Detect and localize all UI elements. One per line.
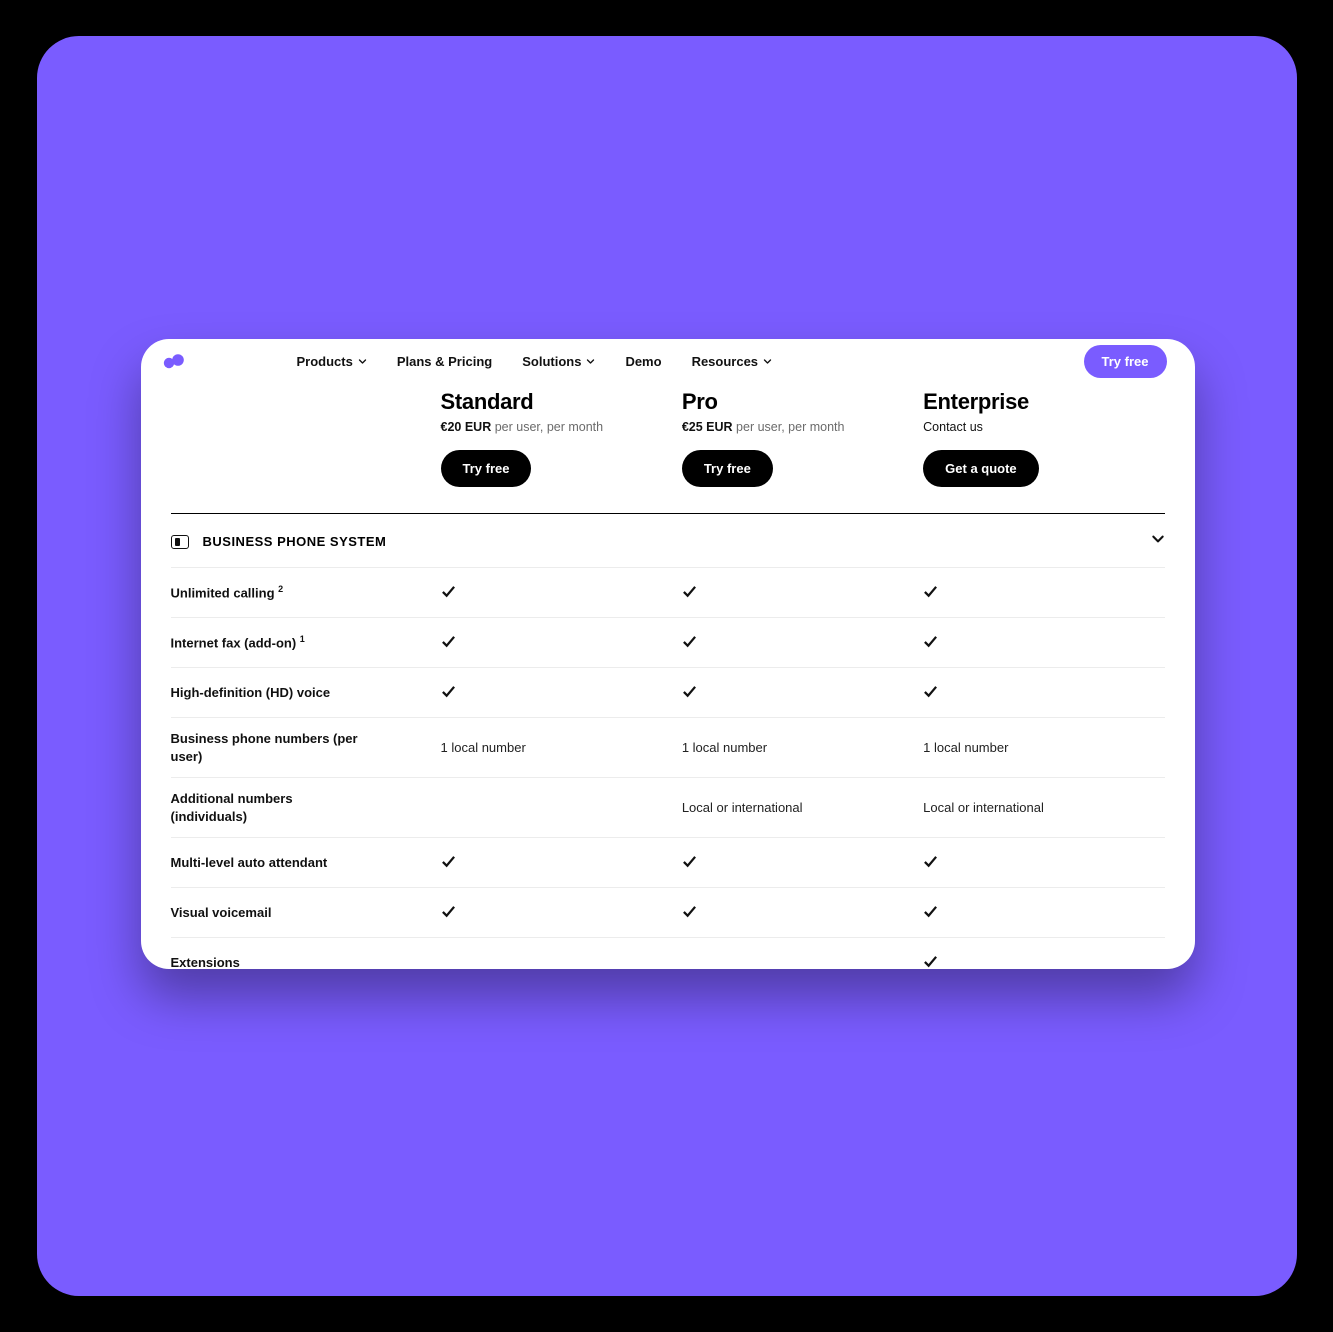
feature-cell xyxy=(923,584,1164,602)
feature-cell xyxy=(682,854,923,872)
plan-name: Standard xyxy=(441,389,682,415)
check-icon xyxy=(682,587,697,602)
nav-item-label: Resources xyxy=(692,354,758,369)
chevron-down-icon xyxy=(358,354,367,369)
check-icon xyxy=(441,857,456,872)
feature-cell xyxy=(923,684,1164,702)
feature-row: Internet fax (add-on) 1 xyxy=(171,617,1165,667)
plan-price: €25 EUR per user, per month xyxy=(682,420,923,434)
feature-label: Visual voicemail xyxy=(171,892,371,934)
check-icon xyxy=(923,907,938,922)
nav-item-solutions[interactable]: Solutions xyxy=(522,354,595,369)
feature-cell xyxy=(923,954,1164,969)
feature-cell xyxy=(441,584,682,602)
check-icon xyxy=(923,857,938,872)
plan-header-row: Standard €20 EUR per user, per month Try… xyxy=(171,383,1165,487)
check-icon xyxy=(923,687,938,702)
feature-cell xyxy=(441,854,682,872)
feature-row: Visual voicemail xyxy=(171,887,1165,937)
plan-pro-cta-button[interactable]: Try free xyxy=(682,450,773,487)
plan-standard-cta-button[interactable]: Try free xyxy=(441,450,532,487)
plan-enterprise: Enterprise Contact us Get a quote xyxy=(923,383,1164,487)
feature-label: Extensions xyxy=(171,942,371,969)
chevron-down-icon xyxy=(763,354,772,369)
feature-label: Additional numbers (individuals) xyxy=(171,778,371,837)
plan-standard: Standard €20 EUR per user, per month Try… xyxy=(441,383,682,487)
chevron-down-icon xyxy=(586,354,595,369)
feature-cell xyxy=(441,634,682,652)
plan-price: €20 EUR per user, per month xyxy=(441,420,682,434)
nav-item-plans-pricing[interactable]: Plans & Pricing xyxy=(397,354,492,369)
feature-label: Business phone numbers (per user) xyxy=(171,718,371,777)
feature-cell xyxy=(682,584,923,602)
check-icon xyxy=(441,637,456,652)
check-icon xyxy=(682,687,697,702)
brand-logo xyxy=(163,352,187,370)
feature-cell xyxy=(682,904,923,922)
feature-cell xyxy=(923,904,1164,922)
pricing-card: Products Plans & Pricing Solutions Demo Reso… xyxy=(141,339,1195,969)
nav-item-resources[interactable]: Resources xyxy=(692,354,772,369)
plan-price: Contact us xyxy=(923,420,1164,434)
feature-cell: 1 local number xyxy=(441,740,682,755)
feature-cell: 1 local number xyxy=(682,740,923,755)
check-icon xyxy=(923,587,938,602)
feature-cell xyxy=(923,854,1164,872)
plan-pro: Pro €25 EUR per user, per month Try free xyxy=(682,383,923,487)
footnote-ref: 1 xyxy=(300,634,305,644)
nav-item-label: Solutions xyxy=(522,354,581,369)
feature-cell: Local or international xyxy=(923,800,1164,815)
nav-item-demo[interactable]: Demo xyxy=(625,354,661,369)
footnote-ref: 2 xyxy=(278,584,283,594)
nav-item-label: Demo xyxy=(625,354,661,369)
nav-item-label: Products xyxy=(297,354,353,369)
nav-item-products[interactable]: Products xyxy=(297,354,367,369)
feature-cell xyxy=(923,634,1164,652)
feature-row: Unlimited calling 2 xyxy=(171,567,1165,617)
chevron-down-icon xyxy=(1151,532,1165,551)
feature-cell xyxy=(441,904,682,922)
section-title: BUSINESS PHONE SYSTEM xyxy=(203,534,387,549)
nav-try-free-button[interactable]: Try free xyxy=(1084,345,1167,378)
check-icon xyxy=(923,957,938,969)
plan-enterprise-cta-button[interactable]: Get a quote xyxy=(923,450,1039,487)
feature-label: Internet fax (add-on) 1 xyxy=(171,621,371,664)
feature-cell: 1 local number xyxy=(923,740,1164,755)
feature-row: High-definition (HD) voice xyxy=(171,667,1165,717)
phone-system-icon xyxy=(171,535,189,549)
check-icon xyxy=(682,857,697,872)
feature-row: Additional numbers (individuals) Local o… xyxy=(171,777,1165,837)
check-icon xyxy=(441,907,456,922)
nav-item-label: Plans & Pricing xyxy=(397,354,492,369)
check-icon xyxy=(923,637,938,652)
feature-label: Unlimited calling 2 xyxy=(171,571,371,614)
check-icon xyxy=(682,637,697,652)
check-icon xyxy=(441,687,456,702)
feature-cell xyxy=(441,684,682,702)
feature-cell xyxy=(682,684,923,702)
feature-cell: Local or international xyxy=(682,800,923,815)
feature-cell xyxy=(682,634,923,652)
feature-row: Multi-level auto attendant xyxy=(171,837,1165,887)
top-nav: Products Plans & Pricing Solutions Demo Reso… xyxy=(141,339,1195,383)
plan-name: Pro xyxy=(682,389,923,415)
feature-row: Extensions xyxy=(171,937,1165,969)
feature-label: High-definition (HD) voice xyxy=(171,672,371,714)
check-icon xyxy=(682,907,697,922)
feature-row: Business phone numbers (per user) 1 loca… xyxy=(171,717,1165,777)
feature-label: Multi-level auto attendant xyxy=(171,842,371,884)
section-toggle[interactable]: BUSINESS PHONE SYSTEM xyxy=(171,514,1165,567)
plan-name: Enterprise xyxy=(923,389,1164,415)
check-icon xyxy=(441,587,456,602)
